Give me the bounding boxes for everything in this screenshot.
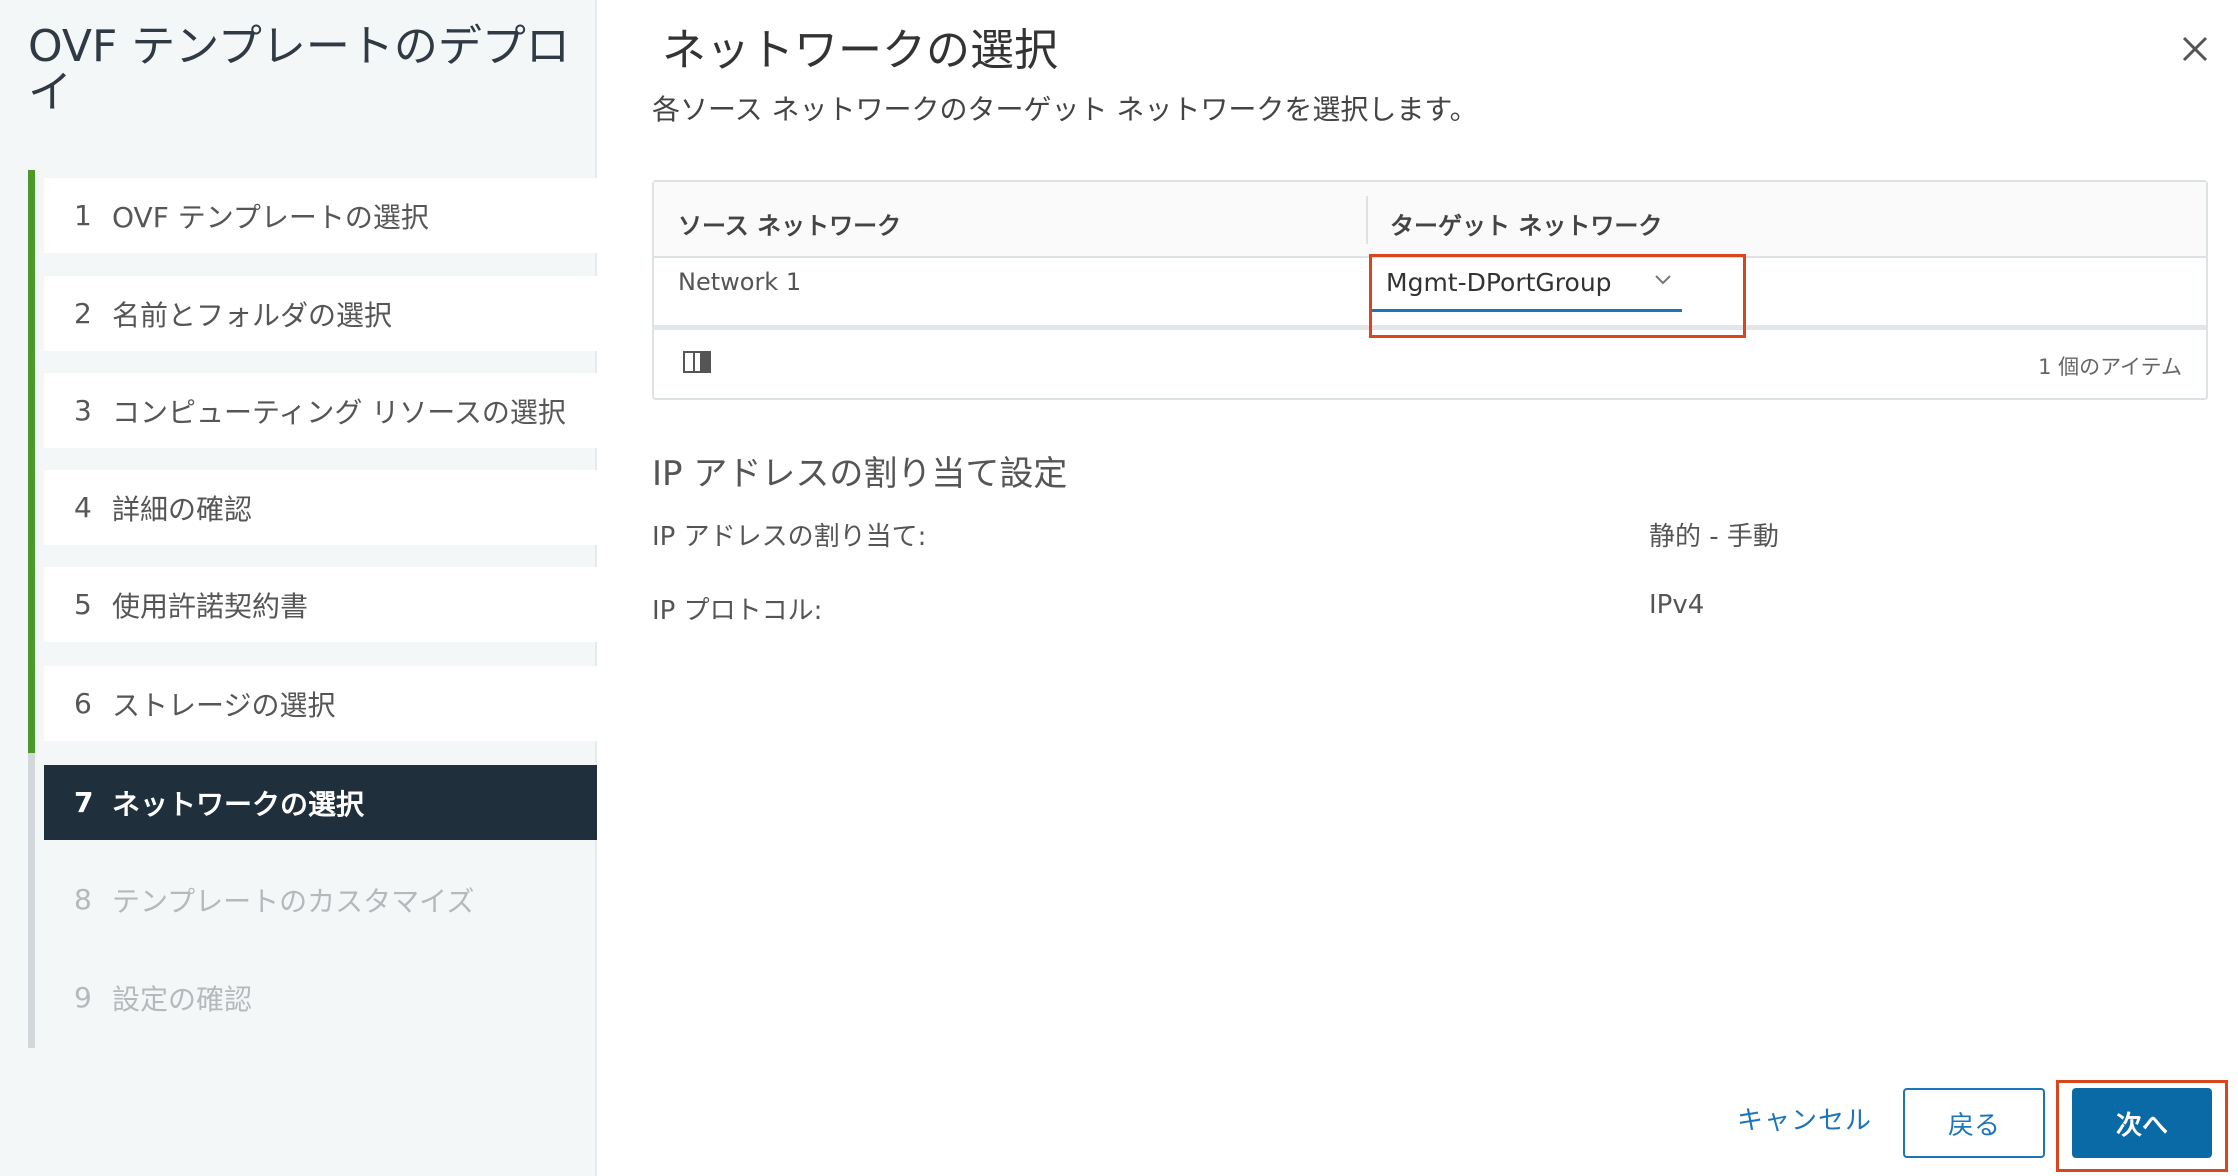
wizard-main: ネットワークの選択 各ソース ネットワークのターゲット ネットワークを選択します…: [597, 0, 2238, 1176]
item-count: 1 個のアイテム: [2038, 355, 2182, 379]
source-network-cell: Network 1: [678, 268, 802, 296]
ip-protocol-label: IP プロトコル:: [652, 596, 823, 626]
step-number: 7: [74, 786, 94, 819]
close-icon: [2182, 36, 2208, 62]
step-label: OVF テンプレートの選択: [112, 200, 429, 234]
step-progress-done: [28, 170, 35, 753]
column-toggle-button[interactable]: [682, 349, 712, 375]
step-number: 3: [74, 394, 92, 427]
step-label: 使用許諾契約書: [112, 589, 309, 623]
column-header-target[interactable]: ターゲット ネットワーク: [1390, 206, 1662, 241]
close-button[interactable]: [2176, 30, 2214, 68]
wizard-sidebar: OVF テンプレートのデプロイ 1 OVF テンプレートの選択 2 名前とフォル…: [0, 0, 597, 1176]
step-label: テンプレートのカスタマイズ: [112, 884, 475, 918]
step-6[interactable]: 6 ストレージの選択: [44, 666, 597, 741]
target-network-select[interactable]: Mgmt-DPortGroup: [1370, 256, 1682, 312]
step-label: ストレージの選択: [112, 688, 336, 722]
ip-allocation-value: 静的 - 手動: [1649, 522, 1779, 552]
step-1[interactable]: 1 OVF テンプレートの選択: [44, 178, 597, 253]
page-subtitle: 各ソース ネットワークのターゲット ネットワークを選択します。: [652, 93, 1478, 126]
step-2[interactable]: 2 名前とフォルダの選択: [44, 276, 597, 351]
next-button[interactable]: 次へ: [2072, 1088, 2212, 1158]
step-7-active[interactable]: 7 ネットワークの選択: [44, 765, 597, 840]
table-row: Network 1 Mgmt-DPortGroup: [654, 258, 2206, 330]
step-5[interactable]: 5 使用許諾契約書: [44, 567, 597, 642]
target-network-value: Mgmt-DPortGroup: [1386, 268, 1612, 297]
ip-allocation-label: IP アドレスの割り当て:: [652, 522, 927, 552]
wizard-title: OVF テンプレートのデプロイ: [28, 21, 570, 118]
table-header: ソース ネットワーク ターゲット ネットワーク: [654, 182, 2206, 258]
step-number: 5: [74, 588, 92, 621]
column-header-source[interactable]: ソース ネットワーク: [678, 206, 901, 241]
step-label: ネットワークの選択: [112, 787, 365, 821]
step-number: 1: [74, 199, 92, 232]
step-number: 9: [74, 981, 92, 1014]
step-number: 8: [74, 883, 92, 916]
step-number: 4: [74, 491, 92, 524]
step-label: 名前とフォルダの選択: [112, 298, 393, 332]
network-mapping-table: ソース ネットワーク ターゲット ネットワーク Network 1 Mgmt-D…: [652, 180, 2208, 400]
chevron-down-icon: [1655, 275, 1671, 285]
step-number: 6: [74, 687, 92, 720]
column-separator[interactable]: [1366, 196, 1368, 244]
step-8: 8 テンプレートのカスタマイズ: [44, 862, 597, 937]
cancel-button[interactable]: キャンセル: [1737, 1100, 1872, 1137]
back-button[interactable]: 戻る: [1903, 1088, 2045, 1158]
page-title: ネットワークの選択: [662, 25, 1058, 76]
step-3[interactable]: 3 コンピューティング リソースの選択: [44, 373, 597, 448]
table-footer: 1 個のアイテム: [654, 335, 2206, 399]
columns-icon: [683, 351, 711, 373]
ip-section-title: IP アドレスの割り当て設定: [652, 454, 1068, 494]
step-label: 設定の確認: [112, 982, 253, 1016]
ip-protocol-value: IPv4: [1649, 590, 1705, 620]
step-9: 9 設定の確認: [44, 960, 597, 1035]
step-label: 詳細の確認: [112, 492, 253, 526]
step-number: 2: [74, 297, 92, 330]
step-label: コンピューティング リソースの選択: [112, 395, 566, 429]
step-4[interactable]: 4 詳細の確認: [44, 470, 597, 545]
ovf-deploy-wizard: OVF テンプレートのデプロイ 1 OVF テンプレートの選択 2 名前とフォル…: [0, 0, 2238, 1176]
